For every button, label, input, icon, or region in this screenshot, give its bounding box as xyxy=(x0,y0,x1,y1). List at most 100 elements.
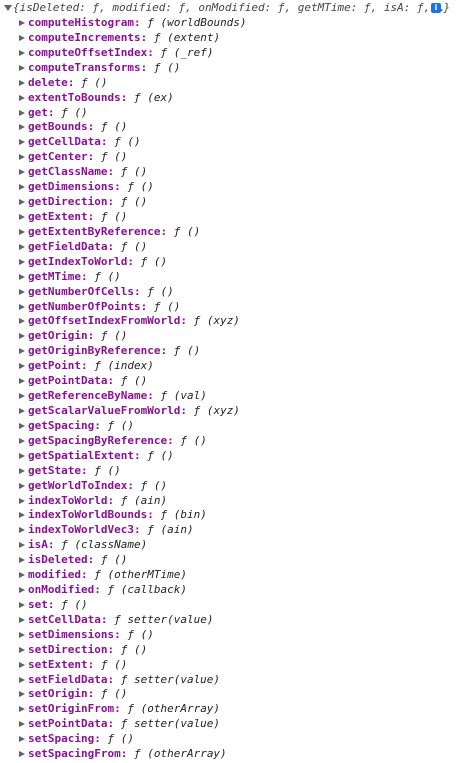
property-row[interactable]: get: ƒ () xyxy=(0,106,474,121)
triangle-right-icon[interactable] xyxy=(19,109,25,116)
property-row[interactable]: onModified: ƒ (callback) xyxy=(0,583,474,598)
property-row[interactable]: setPointData: ƒ setter(value) xyxy=(0,717,474,732)
triangle-right-icon[interactable] xyxy=(19,482,25,489)
property-row[interactable]: getNumberOfPoints: ƒ () xyxy=(0,300,474,315)
property-row[interactable]: isDeleted: ƒ () xyxy=(0,553,474,568)
triangle-right-icon[interactable] xyxy=(19,736,25,743)
triangle-right-icon[interactable] xyxy=(19,437,25,444)
property-row[interactable]: computeHistogram: ƒ (worldBounds) xyxy=(0,16,474,31)
property-row[interactable]: indexToWorldBounds: ƒ (bin) xyxy=(0,508,474,523)
property-row[interactable]: indexToWorldVec3: ƒ (ain) xyxy=(0,523,474,538)
property-row[interactable]: computeTransforms: ƒ () xyxy=(0,61,474,76)
property-row[interactable]: modified: ƒ (otherMTime) xyxy=(0,568,474,583)
triangle-right-icon[interactable] xyxy=(19,631,25,638)
property-row[interactable]: getOffsetIndexFromWorld: ƒ (xyz) xyxy=(0,314,474,329)
triangle-right-icon[interactable] xyxy=(19,318,25,325)
triangle-right-icon[interactable] xyxy=(19,676,25,683)
triangle-right-icon[interactable] xyxy=(19,601,25,608)
triangle-right-icon[interactable] xyxy=(19,184,25,191)
triangle-right-icon[interactable] xyxy=(19,213,25,220)
property-row[interactable]: getClassName: ƒ () xyxy=(0,165,474,180)
triangle-right-icon[interactable] xyxy=(19,94,25,101)
property-row[interactable]: delete: ƒ () xyxy=(0,76,474,91)
triangle-right-icon[interactable] xyxy=(19,258,25,265)
triangle-right-icon[interactable] xyxy=(19,243,25,250)
triangle-right-icon[interactable] xyxy=(19,751,25,758)
property-row[interactable]: setDirection: ƒ () xyxy=(0,643,474,658)
triangle-right-icon[interactable] xyxy=(19,64,25,71)
triangle-right-icon[interactable] xyxy=(19,721,25,728)
triangle-right-icon[interactable] xyxy=(19,497,25,504)
triangle-right-icon[interactable] xyxy=(19,139,25,146)
triangle-right-icon[interactable] xyxy=(19,422,25,429)
triangle-right-icon[interactable] xyxy=(19,467,25,474)
triangle-right-icon[interactable] xyxy=(19,542,25,549)
triangle-right-icon[interactable] xyxy=(19,303,25,310)
triangle-right-icon[interactable] xyxy=(19,34,25,41)
triangle-right-icon[interactable] xyxy=(19,512,25,519)
property-row[interactable]: getState: ƒ () xyxy=(0,464,474,479)
property-row[interactable]: getSpacingByReference: ƒ () xyxy=(0,434,474,449)
property-row[interactable]: indexToWorld: ƒ (ain) xyxy=(0,494,474,509)
property-row[interactable]: setSpacingFrom: ƒ (otherArray) xyxy=(0,747,474,762)
property-row[interactable]: setSpacing: ƒ () xyxy=(0,732,474,747)
triangle-right-icon[interactable] xyxy=(19,691,25,698)
triangle-right-icon[interactable] xyxy=(19,154,25,161)
triangle-right-icon[interactable] xyxy=(19,288,25,295)
triangle-right-icon[interactable] xyxy=(19,661,25,668)
triangle-right-icon[interactable] xyxy=(19,378,25,385)
triangle-right-icon[interactable] xyxy=(19,79,25,86)
property-row[interactable]: getDimensions: ƒ () xyxy=(0,180,474,195)
property-row[interactable]: getSpacing: ƒ () xyxy=(0,419,474,434)
triangle-right-icon[interactable] xyxy=(19,49,25,56)
property-row[interactable]: setFieldData: ƒ setter(value) xyxy=(0,673,474,688)
property-row[interactable]: getPointData: ƒ () xyxy=(0,374,474,389)
property-row[interactable]: getSpatialExtent: ƒ () xyxy=(0,449,474,464)
property-row[interactable]: getBounds: ƒ () xyxy=(0,120,474,135)
property-row[interactable]: setDimensions: ƒ () xyxy=(0,628,474,643)
info-icon[interactable]: i xyxy=(431,3,441,13)
property-row[interactable]: getIndexToWorld: ƒ () xyxy=(0,255,474,270)
triangle-right-icon[interactable] xyxy=(19,228,25,235)
property-row[interactable]: getCenter: ƒ () xyxy=(0,150,474,165)
property-row[interactable]: getMTime: ƒ () xyxy=(0,270,474,285)
triangle-right-icon[interactable] xyxy=(19,587,25,594)
property-row[interactable]: getScalarValueFromWorld: ƒ (xyz) xyxy=(0,404,474,419)
triangle-right-icon[interactable] xyxy=(19,199,25,206)
triangle-right-icon[interactable] xyxy=(19,169,25,176)
property-row[interactable]: computeOffsetIndex: ƒ (_ref) xyxy=(0,46,474,61)
property-row[interactable]: getOrigin: ƒ () xyxy=(0,329,474,344)
triangle-right-icon[interactable] xyxy=(19,124,25,131)
triangle-right-icon[interactable] xyxy=(19,20,25,26)
property-row[interactable]: setExtent: ƒ () xyxy=(0,658,474,673)
triangle-right-icon[interactable] xyxy=(19,616,25,623)
triangle-right-icon[interactable] xyxy=(19,646,25,653)
triangle-right-icon[interactable] xyxy=(19,527,25,534)
property-row[interactable]: getReferenceByName: ƒ (val) xyxy=(0,389,474,404)
triangle-right-icon[interactable] xyxy=(19,572,25,579)
property-row[interactable]: setCellData: ƒ setter(value) xyxy=(0,613,474,628)
property-row[interactable]: getCellData: ƒ () xyxy=(0,135,474,150)
property-row[interactable]: getExtent: ƒ () xyxy=(0,210,474,225)
property-row[interactable]: getNumberOfCells: ƒ () xyxy=(0,285,474,300)
triangle-right-icon[interactable] xyxy=(19,706,25,713)
property-row[interactable]: getDirection: ƒ () xyxy=(0,195,474,210)
property-row[interactable]: extentToBounds: ƒ (ex) xyxy=(0,91,474,106)
property-row[interactable]: getWorldToIndex: ƒ () xyxy=(0,479,474,494)
triangle-right-icon[interactable] xyxy=(19,557,25,564)
triangle-right-icon[interactable] xyxy=(19,393,25,400)
triangle-right-icon[interactable] xyxy=(19,273,25,280)
property-row[interactable]: setOrigin: ƒ () xyxy=(0,687,474,702)
triangle-right-icon[interactable] xyxy=(19,407,25,414)
property-row[interactable]: getExtentByReference: ƒ () xyxy=(0,225,474,240)
property-row[interactable]: getOriginByReference: ƒ () xyxy=(0,344,474,359)
property-row[interactable]: setOriginFrom: ƒ (otherArray) xyxy=(0,702,474,717)
property-row[interactable]: getPoint: ƒ (index) xyxy=(0,359,474,374)
object-summary-row[interactable]: {isDeleted: ƒ, modified: ƒ, onModified: … xyxy=(0,0,474,16)
triangle-right-icon[interactable] xyxy=(19,333,25,340)
property-row[interactable]: getFieldData: ƒ () xyxy=(0,240,474,255)
triangle-right-icon[interactable] xyxy=(19,363,25,370)
property-row[interactable]: set: ƒ () xyxy=(0,598,474,613)
property-row[interactable]: computeIncrements: ƒ (extent) xyxy=(0,31,474,46)
property-row[interactable]: isA: ƒ (className) xyxy=(0,538,474,553)
